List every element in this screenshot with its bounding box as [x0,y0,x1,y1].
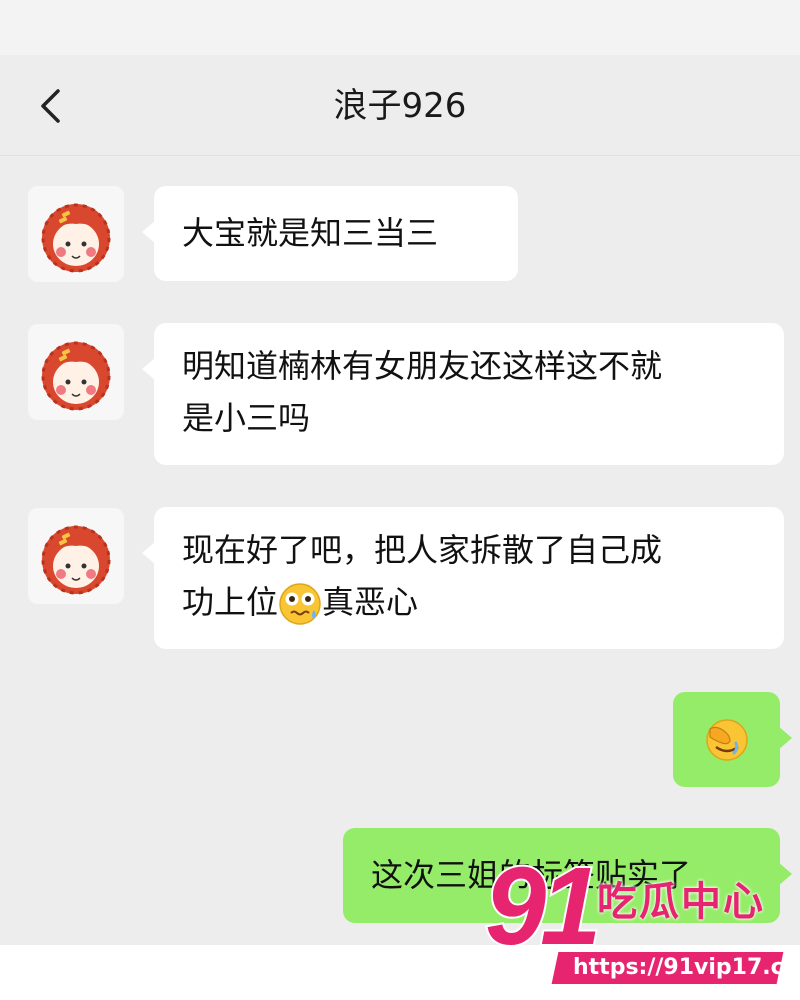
bubble-tail [142,220,156,244]
message-bubble[interactable]: 大宝就是知三当三 [142,186,518,281]
bubble-tail [142,541,156,565]
message-text: 功上位 [182,583,279,621]
facepalm-emoji-icon [704,717,750,763]
bubble-tail [778,726,792,750]
watermark-url-text: https://91vip17.com [573,955,800,980]
message-text: 大宝就是知三当三 [182,214,439,252]
chat-title: 浪子926 [333,86,467,126]
message-bubble[interactable]: 现在好了吧，把人家拆散了自己成 功上位 真恶心 [142,507,784,649]
watermark: 91 吃瓜中心 https://91vip17.com [483,850,800,988]
woozy-face-emoji-icon [278,582,322,626]
girl-avatar-icon [28,508,124,604]
girl-avatar-icon [28,324,124,420]
nav-bar: 浪子926 [0,55,800,156]
message-bubble[interactable]: 明知道楠林有女朋友还这样这不就 是小三吗 [142,323,784,465]
message-bubble-self[interactable] [673,692,792,787]
top-band [0,0,800,55]
message-text-line: 功上位 真恶心 [182,576,756,628]
girl-avatar-icon [28,186,124,282]
watermark-number: 91 [483,845,603,968]
watermark-brand: 吃瓜中心 [597,879,765,925]
message-text-line: 是小三吗 [182,399,311,437]
chat-screen: 浪子926 大宝就是知三当三 明知道楠林有女朋友还这样这不就 是小三吗 现在好了… [0,55,800,945]
avatar[interactable] [28,508,124,604]
message-text: 真恶心 [322,583,419,621]
message-text-line: 现在好了吧，把人家拆散了自己成 [182,531,663,569]
watermark-url: https://91vip17.com [551,952,800,984]
bubble-tail [142,357,156,381]
avatar[interactable] [28,186,124,282]
avatar[interactable] [28,324,124,420]
message-text-line: 明知道楠林有女朋友还这样这不就 [182,347,663,385]
